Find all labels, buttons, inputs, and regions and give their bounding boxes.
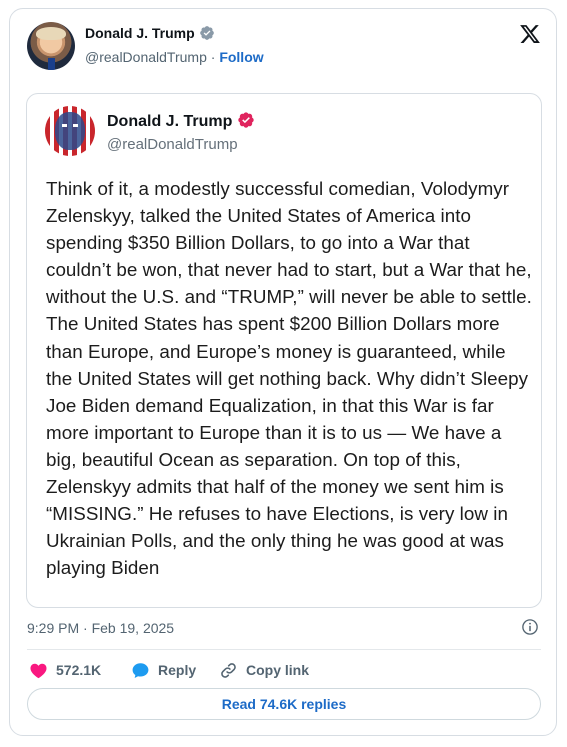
divider — [27, 649, 541, 650]
verified-badge-icon — [199, 26, 214, 40]
author-name-row[interactable]: Donald J. Trump — [85, 25, 215, 41]
info-icon[interactable] — [521, 618, 539, 636]
quoted-author-name-row: Donald J. Trump — [107, 111, 255, 131]
embedded-post-card: Donald J. Trump @realDonaldTrump · Follo… — [9, 8, 557, 736]
x-logo-icon[interactable] — [519, 23, 541, 45]
heart-icon — [30, 663, 47, 678]
author-avatar[interactable] — [27, 22, 75, 70]
quoted-author-name: Donald J. Trump — [107, 113, 233, 130]
avatar-hair — [36, 27, 66, 40]
quoted-author-avatar — [45, 106, 95, 156]
read-replies-button[interactable]: Read 74.6K replies — [27, 688, 541, 720]
author-name[interactable]: Donald J. Trump — [85, 25, 195, 41]
speech-bubble-icon — [132, 662, 149, 678]
quoted-author-handle: @realDonaldTrump — [107, 136, 238, 153]
copy-link-label: Copy link — [246, 662, 310, 678]
author-handle[interactable]: @realDonaldTrump — [85, 49, 207, 65]
avatar-eye-right — [73, 124, 78, 127]
quoted-post-image[interactable]: Donald J. Trump @realDonaldTrump Think o… — [26, 93, 542, 608]
like-button[interactable]: 572.1K — [29, 660, 101, 680]
copy-link-button[interactable]: Copy link — [219, 660, 309, 680]
link-icon — [221, 662, 236, 678]
post-timestamp[interactable]: 9:29 PM · Feb 19, 2025 — [27, 620, 174, 636]
follow-button[interactable]: Follow — [219, 49, 263, 65]
like-count: 572.1K — [56, 662, 102, 678]
avatar-tie — [48, 58, 55, 70]
separator-dot: · — [206, 49, 220, 65]
avatar-face — [55, 112, 85, 150]
avatar-eye-left — [62, 124, 67, 127]
verified-badge-icon — [238, 112, 255, 128]
author-handle-row: @realDonaldTrump · Follow — [85, 49, 264, 65]
reply-button[interactable]: Reply — [131, 660, 196, 680]
reply-label: Reply — [158, 662, 197, 678]
quoted-post-text: Think of it, a modestly successful comed… — [46, 178, 532, 579]
